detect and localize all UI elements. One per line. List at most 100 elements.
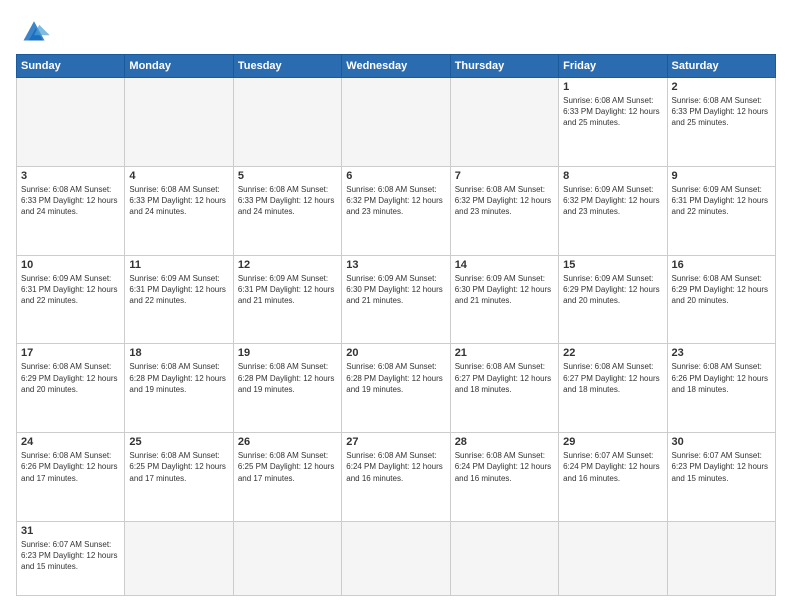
day-info: Sunrise: 6:08 AM Sunset: 6:29 PM Dayligh… (672, 273, 771, 307)
calendar-day-cell: 29 Sunrise: 6:07 AM Sunset: 6:24 PM Dayli… (559, 433, 667, 522)
day-info: Sunrise: 6:08 AM Sunset: 6:25 PM Dayligh… (238, 450, 337, 484)
day-number: 16 (672, 259, 771, 271)
calendar-week-row: 24 Sunrise: 6:08 AM Sunset: 6:26 PM Dayli… (17, 433, 776, 522)
calendar-day-cell (17, 78, 125, 167)
weekday-header-tuesday: Tuesday (233, 55, 341, 78)
calendar-day-cell: 21 Sunrise: 6:08 AM Sunset: 6:27 PM Dayli… (450, 344, 558, 433)
day-number: 5 (238, 170, 337, 182)
calendar-table: SundayMondayTuesdayWednesdayThursdayFrid… (16, 54, 776, 596)
calendar-day-cell: 5 Sunrise: 6:08 AM Sunset: 6:33 PM Daylig… (233, 166, 341, 255)
weekday-header-monday: Monday (125, 55, 233, 78)
calendar-day-cell (342, 78, 450, 167)
day-number: 9 (672, 170, 771, 182)
day-info: Sunrise: 6:09 AM Sunset: 6:29 PM Dayligh… (563, 273, 662, 307)
calendar-day-cell: 8Sunrise: 6:09 AM Sunset: 6:32 PM Daylig… (559, 166, 667, 255)
logo (16, 16, 56, 44)
calendar-day-cell: 10 Sunrise: 6:09 AM Sunset: 6:31 PM Dayli… (17, 255, 125, 344)
calendar-day-cell: 2Sunrise: 6:08 AM Sunset: 6:33 PM Daylig… (667, 78, 775, 167)
day-info: Sunrise: 6:08 AM Sunset: 6:33 PM Dayligh… (238, 184, 337, 218)
day-info: Sunrise: 6:08 AM Sunset: 6:28 PM Dayligh… (346, 361, 445, 395)
day-info: Sunrise: 6:08 AM Sunset: 6:27 PM Dayligh… (563, 361, 662, 395)
page: SundayMondayTuesdayWednesdayThursdayFrid… (0, 0, 792, 612)
day-info: Sunrise: 6:08 AM Sunset: 6:26 PM Dayligh… (672, 361, 771, 395)
calendar-day-cell: 30Sunrise: 6:07 AM Sunset: 6:23 PM Dayli… (667, 433, 775, 522)
calendar-day-cell: 7Sunrise: 6:08 AM Sunset: 6:32 PM Daylig… (450, 166, 558, 255)
calendar-day-cell: 25Sunrise: 6:08 AM Sunset: 6:25 PM Dayli… (125, 433, 233, 522)
calendar-day-cell: 23 Sunrise: 6:08 AM Sunset: 6:26 PM Dayli… (667, 344, 775, 433)
day-info: Sunrise: 6:08 AM Sunset: 6:27 PM Dayligh… (455, 361, 554, 395)
calendar-day-cell: 24 Sunrise: 6:08 AM Sunset: 6:26 PM Dayli… (17, 433, 125, 522)
day-number: 28 (455, 436, 554, 448)
day-number: 17 (21, 347, 120, 359)
day-info: Sunrise: 6:07 AM Sunset: 6:24 PM Dayligh… (563, 450, 662, 484)
day-info: Sunrise: 6:08 AM Sunset: 6:33 PM Dayligh… (563, 95, 662, 129)
day-number: 29 (563, 436, 662, 448)
calendar-day-cell: 6 Sunrise: 6:08 AM Sunset: 6:32 PM Daylig… (342, 166, 450, 255)
day-number: 6 (346, 170, 445, 182)
calendar-day-cell: 11Sunrise: 6:09 AM Sunset: 6:31 PM Dayli… (125, 255, 233, 344)
day-number: 26 (238, 436, 337, 448)
calendar-day-cell: 16 Sunrise: 6:08 AM Sunset: 6:29 PM Dayli… (667, 255, 775, 344)
calendar-day-cell (559, 521, 667, 595)
day-number: 22 (563, 347, 662, 359)
calendar-day-cell: 15 Sunrise: 6:09 AM Sunset: 6:29 PM Dayli… (559, 255, 667, 344)
day-info: Sunrise: 6:08 AM Sunset: 6:28 PM Dayligh… (129, 361, 228, 395)
calendar-day-cell: 14Sunrise: 6:09 AM Sunset: 6:30 PM Dayli… (450, 255, 558, 344)
day-number: 1 (563, 81, 662, 93)
day-number: 3 (21, 170, 120, 182)
logo-icon (16, 16, 52, 44)
day-number: 18 (129, 347, 228, 359)
calendar-week-row: 10 Sunrise: 6:09 AM Sunset: 6:31 PM Dayli… (17, 255, 776, 344)
day-info: Sunrise: 6:09 AM Sunset: 6:30 PM Dayligh… (346, 273, 445, 307)
day-info: Sunrise: 6:09 AM Sunset: 6:31 PM Dayligh… (21, 273, 120, 307)
calendar-day-cell: 22 Sunrise: 6:08 AM Sunset: 6:27 PM Dayli… (559, 344, 667, 433)
calendar-day-cell: 31Sunrise: 6:07 AM Sunset: 6:23 PM Dayli… (17, 521, 125, 595)
day-number: 19 (238, 347, 337, 359)
day-number: 21 (455, 347, 554, 359)
day-number: 4 (129, 170, 228, 182)
day-info: Sunrise: 6:08 AM Sunset: 6:24 PM Dayligh… (346, 450, 445, 484)
calendar-day-cell (125, 521, 233, 595)
weekday-header-thursday: Thursday (450, 55, 558, 78)
calendar-week-row: 1 Sunrise: 6:08 AM Sunset: 6:33 PM Daylig… (17, 78, 776, 167)
calendar-day-cell (450, 78, 558, 167)
calendar-week-row: 31Sunrise: 6:07 AM Sunset: 6:23 PM Dayli… (17, 521, 776, 595)
day-number: 15 (563, 259, 662, 271)
calendar-day-cell (125, 78, 233, 167)
calendar-day-cell: 19 Sunrise: 6:08 AM Sunset: 6:28 PM Dayli… (233, 344, 341, 433)
day-info: Sunrise: 6:08 AM Sunset: 6:29 PM Dayligh… (21, 361, 120, 395)
calendar-day-cell (233, 521, 341, 595)
calendar-day-cell (450, 521, 558, 595)
day-number: 24 (21, 436, 120, 448)
day-info: Sunrise: 6:08 AM Sunset: 6:28 PM Dayligh… (238, 361, 337, 395)
day-info: Sunrise: 6:09 AM Sunset: 6:30 PM Dayligh… (455, 273, 554, 307)
calendar-day-cell: 26 Sunrise: 6:08 AM Sunset: 6:25 PM Dayli… (233, 433, 341, 522)
calendar-day-cell: 18 Sunrise: 6:08 AM Sunset: 6:28 PM Dayli… (125, 344, 233, 433)
day-info: Sunrise: 6:08 AM Sunset: 6:33 PM Dayligh… (21, 184, 120, 218)
calendar-day-cell: 27 Sunrise: 6:08 AM Sunset: 6:24 PM Dayli… (342, 433, 450, 522)
calendar-week-row: 17 Sunrise: 6:08 AM Sunset: 6:29 PM Dayli… (17, 344, 776, 433)
day-number: 25 (129, 436, 228, 448)
day-info: Sunrise: 6:07 AM Sunset: 6:23 PM Dayligh… (21, 539, 120, 573)
calendar-day-cell (342, 521, 450, 595)
weekday-header-wednesday: Wednesday (342, 55, 450, 78)
day-info: Sunrise: 6:08 AM Sunset: 6:24 PM Dayligh… (455, 450, 554, 484)
day-info: Sunrise: 6:08 AM Sunset: 6:33 PM Dayligh… (129, 184, 228, 218)
day-info: Sunrise: 6:08 AM Sunset: 6:32 PM Dayligh… (346, 184, 445, 218)
day-number: 27 (346, 436, 445, 448)
day-number: 10 (21, 259, 120, 271)
calendar-day-cell: 3 Sunrise: 6:08 AM Sunset: 6:33 PM Daylig… (17, 166, 125, 255)
calendar-day-cell: 4 Sunrise: 6:08 AM Sunset: 6:33 PM Daylig… (125, 166, 233, 255)
day-number: 23 (672, 347, 771, 359)
day-info: Sunrise: 6:07 AM Sunset: 6:23 PM Dayligh… (672, 450, 771, 484)
day-info: Sunrise: 6:09 AM Sunset: 6:31 PM Dayligh… (238, 273, 337, 307)
calendar-day-cell: 17 Sunrise: 6:08 AM Sunset: 6:29 PM Dayli… (17, 344, 125, 433)
calendar-day-cell: 20Sunrise: 6:08 AM Sunset: 6:28 PM Dayli… (342, 344, 450, 433)
weekday-header-row: SundayMondayTuesdayWednesdayThursdayFrid… (17, 55, 776, 78)
day-info: Sunrise: 6:08 AM Sunset: 6:32 PM Dayligh… (455, 184, 554, 218)
calendar-day-cell: 13Sunrise: 6:09 AM Sunset: 6:30 PM Dayli… (342, 255, 450, 344)
day-info: Sunrise: 6:09 AM Sunset: 6:31 PM Dayligh… (672, 184, 771, 218)
day-info: Sunrise: 6:08 AM Sunset: 6:26 PM Dayligh… (21, 450, 120, 484)
weekday-header-saturday: Saturday (667, 55, 775, 78)
day-number: 8 (563, 170, 662, 182)
